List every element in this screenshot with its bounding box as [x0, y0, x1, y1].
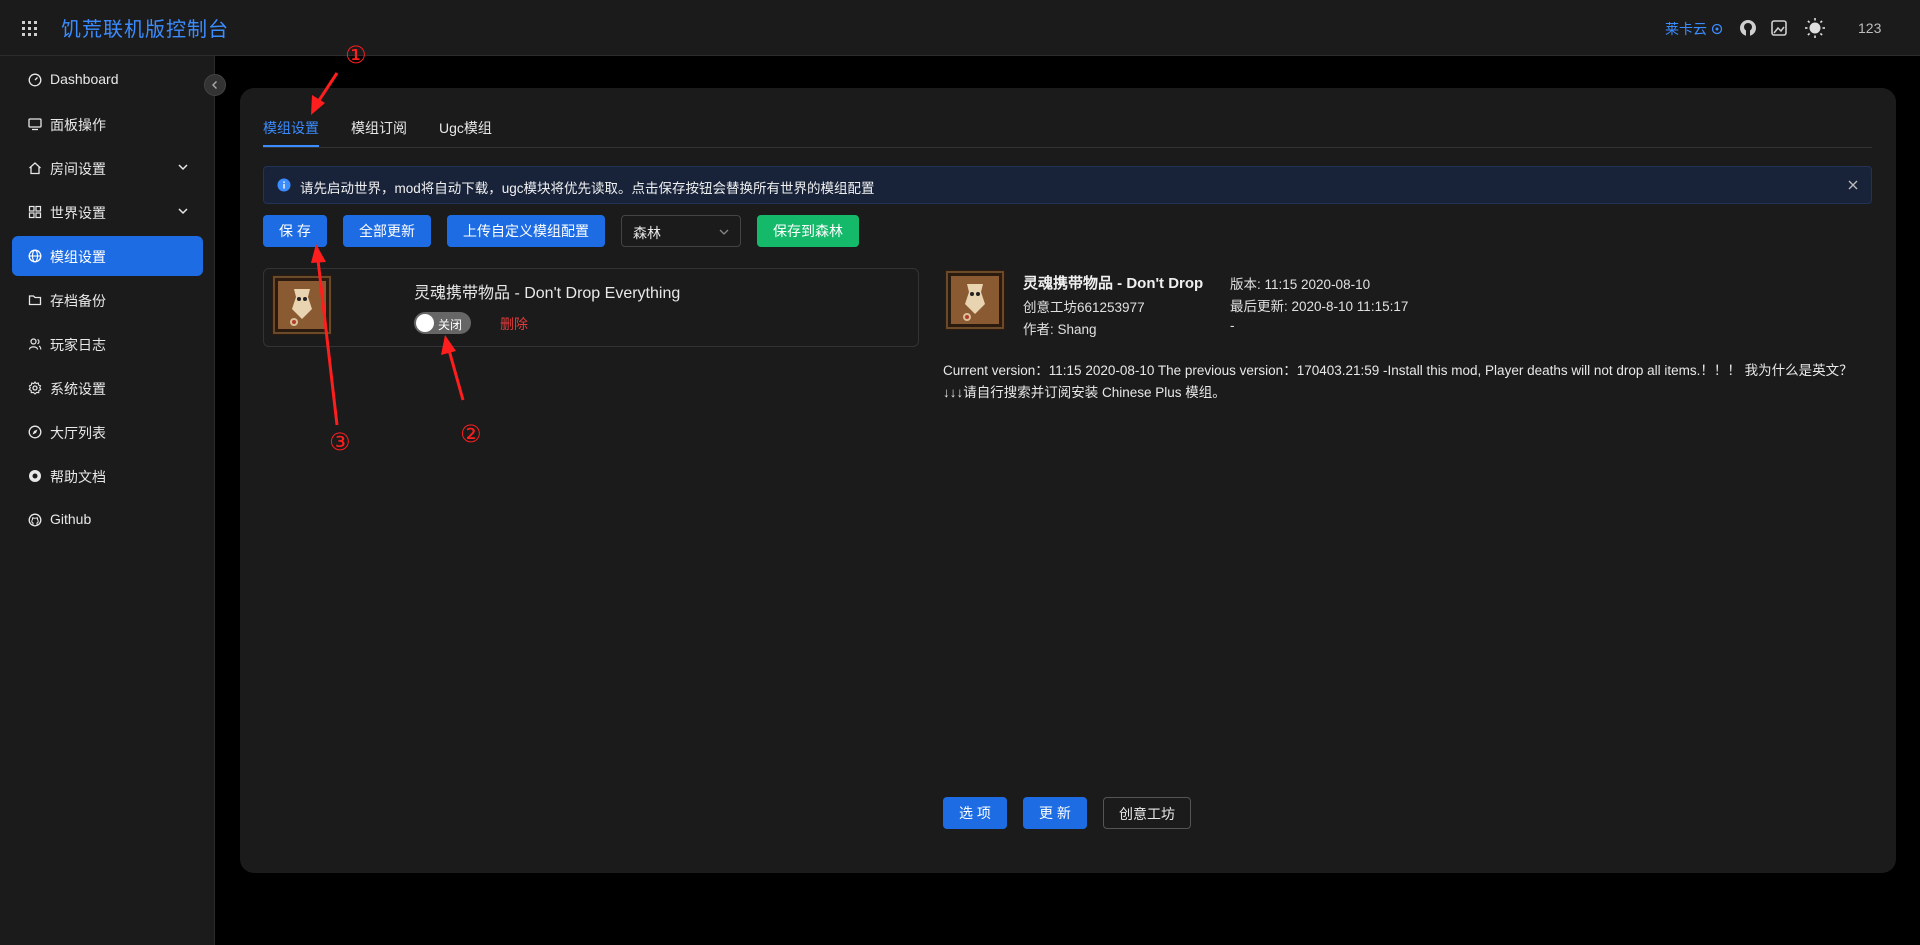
update-button[interactable]: 更 新: [1023, 797, 1087, 829]
alert-text: 请先启动世界，mod将自动下载，ugc模块将优先读取。点击保存按钮会替换所有世界…: [300, 181, 875, 196]
cloud-link[interactable]: 莱卡云: [1665, 19, 1723, 39]
user-name[interactable]: 123: [1858, 20, 1881, 36]
globe-icon: [28, 249, 42, 263]
annotation-1: ①: [345, 41, 367, 69]
sidebar-item-label: 世界设置: [50, 205, 106, 221]
sidebar-item-label: 大厅列表: [50, 425, 106, 441]
mod-description: Current version：11:15 2020-08-10 The pre…: [943, 363, 1853, 400]
save-button[interactable]: 保 存: [263, 215, 327, 247]
sidebar: Dashboard 面板操作 房间设置 世界设置 模组设置 存档备份 玩家日志 …: [0, 56, 215, 945]
users-icon: [28, 338, 42, 350]
info-icon: [277, 178, 291, 192]
dashboard-icon: [28, 73, 42, 87]
sidebar-item-dashboard[interactable]: Dashboard: [12, 60, 203, 100]
mod-detail-thumbnail: [945, 270, 1005, 330]
monitor-icon: [28, 118, 42, 131]
help-icon: [29, 470, 41, 482]
chevron-down-icon: [719, 229, 729, 235]
folder-icon: [28, 295, 42, 306]
cloud-icon: [1711, 23, 1723, 35]
grid-icon: [28, 205, 42, 219]
world-select-value: 森林: [633, 225, 661, 241]
sidebar-item-label: 模组设置: [50, 249, 106, 265]
sidebar-item-github[interactable]: Github: [12, 500, 203, 540]
mod-list-item[interactable]: 灵魂携带物品 - Don't Drop Everything 关闭 删除: [263, 268, 919, 347]
sidebar-item-player-log[interactable]: 玩家日志: [12, 324, 203, 364]
sidebar-item-label: 系统设置: [50, 381, 106, 397]
sidebar-item-label: 房间设置: [50, 161, 106, 177]
mod-extra-dash: -: [1230, 318, 1235, 333]
chevron-down-icon: [178, 164, 188, 171]
chevron-left-icon: [212, 81, 217, 89]
tab-bar: 模组设置 模组订阅 Ugc模组: [263, 114, 1872, 148]
mod-name: 灵魂携带物品 - Don't Drop Everything: [414, 285, 681, 302]
mod-thumbnail: [272, 275, 332, 335]
sidebar-item-backup[interactable]: 存档备份: [12, 280, 203, 320]
compass-icon: [28, 425, 42, 439]
sun-icon[interactable]: [1804, 17, 1826, 39]
annotation-3: ③: [329, 428, 351, 456]
tab-mod-settings[interactable]: 模组设置: [263, 118, 319, 138]
sidebar-item-label: Github: [50, 511, 92, 527]
world-select[interactable]: 森林: [621, 215, 741, 247]
sidebar-item-label: 面板操作: [50, 117, 106, 133]
workshop-button[interactable]: 创意工坊: [1103, 797, 1191, 829]
tab-active-indicator: [263, 145, 319, 147]
sidebar-item-mods[interactable]: 模组设置: [12, 236, 203, 276]
github-icon[interactable]: [1738, 18, 1758, 38]
mod-settings-card: 模组设置 模组订阅 Ugc模组 请先启动世界，mod将自动下载，ugc模块将优先…: [240, 88, 1896, 873]
sidebar-item-help[interactable]: 帮助文档: [12, 456, 203, 496]
mod-author: 作者: Shang: [1023, 322, 1097, 337]
sidebar-item-lobby[interactable]: 大厅列表: [12, 412, 203, 452]
tab-mod-subscribe[interactable]: 模组订阅: [351, 118, 407, 138]
mod-version: 版本: 11:15 2020-08-10: [1230, 277, 1371, 292]
upload-custom-config-button[interactable]: 上传自定义模组配置: [447, 215, 605, 247]
sidebar-item-panel[interactable]: 面板操作: [12, 104, 203, 144]
sidebar-collapse-button[interactable]: [204, 74, 226, 96]
tab-ugc-mods[interactable]: Ugc模组: [439, 118, 492, 138]
info-alert: 请先启动世界，mod将自动下载，ugc模块将优先读取。点击保存按钮会替换所有世界…: [263, 166, 1872, 204]
gear-icon: [28, 381, 42, 395]
save-to-world-button[interactable]: 保存到森林: [757, 215, 859, 247]
mod-delete-link[interactable]: 删除: [500, 314, 528, 334]
apps-grid-icon[interactable]: [22, 21, 37, 36]
annotation-2: ②: [460, 420, 482, 448]
mod-enable-toggle[interactable]: 关闭: [414, 312, 471, 334]
mod-detail-title: 灵魂携带物品 - Don't Drop: [1023, 275, 1204, 292]
close-icon[interactable]: [1846, 178, 1860, 192]
mod-workshop-id: 创意工坊661253977: [1023, 300, 1145, 315]
chevron-down-icon: [178, 208, 188, 215]
top-header: 饥荒联机版控制台 莱卡云 123: [0, 0, 1920, 56]
toggle-label: 关闭: [438, 318, 463, 332]
toggle-knob: [416, 314, 434, 332]
sidebar-item-world[interactable]: 世界设置: [12, 192, 203, 232]
mod-last-update: 最后更新: 2020-8-10 11:15:17: [1230, 299, 1409, 314]
app-title[interactable]: 饥荒联机版控制台: [61, 13, 229, 42]
sidebar-item-label: 存档备份: [50, 293, 106, 309]
home-icon: [29, 162, 41, 175]
github-icon: [28, 513, 42, 527]
options-button[interactable]: 选 项: [943, 797, 1007, 829]
sidebar-item-label: 帮助文档: [50, 469, 106, 485]
update-all-button[interactable]: 全部更新: [343, 215, 431, 247]
sidebar-item-room[interactable]: 房间设置: [12, 148, 203, 188]
cloud-link-label: 莱卡云: [1665, 21, 1707, 37]
sidebar-item-label: 玩家日志: [50, 337, 106, 353]
sidebar-item-label: Dashboard: [50, 71, 119, 87]
sidebar-item-system[interactable]: 系统设置: [12, 368, 203, 408]
image-icon[interactable]: [1769, 18, 1789, 38]
